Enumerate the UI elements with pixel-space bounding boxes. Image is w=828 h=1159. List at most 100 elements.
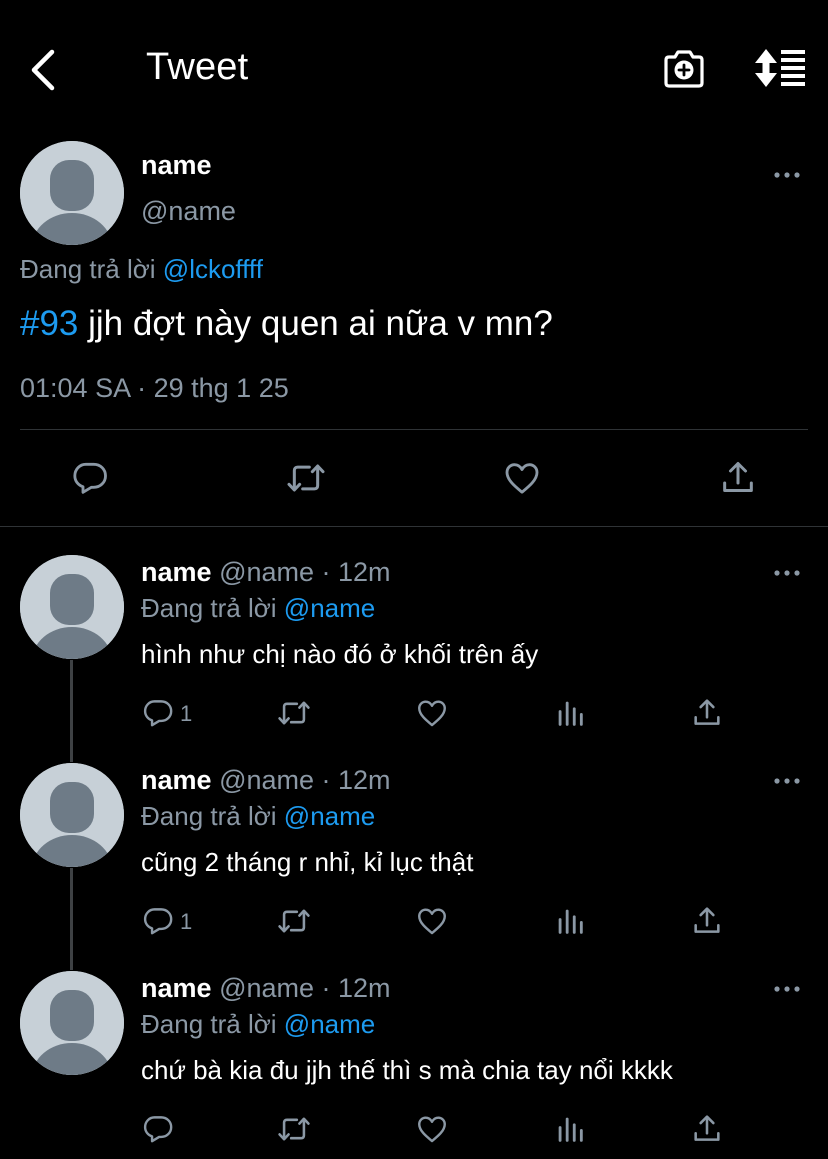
reply-text: cũng 2 tháng r nhỉ, kỉ lục thật (141, 847, 474, 877)
retweet-icon (278, 701, 310, 725)
divider (20, 429, 808, 430)
retweet-icon (287, 464, 325, 492)
heart-icon (505, 463, 539, 494)
more-icon (774, 778, 800, 784)
reply-button[interactable] (70, 458, 110, 498)
time-separator: · (314, 557, 339, 587)
comment-icon (143, 1116, 173, 1143)
sort-list-icon (755, 49, 805, 87)
retweet-icon (278, 1117, 310, 1141)
avatar[interactable] (20, 971, 124, 1075)
reply-button[interactable] (141, 1112, 175, 1146)
camera-button[interactable] (662, 48, 706, 90)
back-button[interactable] (26, 48, 66, 92)
like-button[interactable] (415, 696, 449, 730)
tweet-time: 01:04 SA (20, 373, 130, 403)
avatar[interactable] (20, 141, 124, 245)
avatar[interactable] (20, 555, 124, 659)
like-button[interactable] (415, 1112, 449, 1146)
analytics-icon (558, 701, 583, 726)
default-avatar-icon (20, 555, 124, 659)
heart-icon (418, 700, 446, 727)
meta-separator: · (129, 373, 154, 403)
chevron-left-icon (31, 49, 55, 91)
replying-to-label: Đang trả lời (141, 593, 277, 623)
reply-time: 12m (338, 765, 391, 795)
thread-line (70, 660, 73, 762)
heart-icon (418, 1116, 446, 1143)
like-button[interactable] (415, 904, 449, 938)
reply-text: hình như chị nào đó ở khối trên ấy (141, 639, 539, 669)
more-options-button[interactable] (773, 984, 801, 994)
retweet-button[interactable] (277, 696, 311, 730)
mention-link[interactable]: @name (284, 801, 375, 831)
time-separator: · (314, 765, 339, 795)
author-name[interactable]: name (141, 150, 212, 181)
reply-header: name @name · 12m (141, 973, 391, 1004)
author-handle[interactable]: @name (219, 765, 314, 795)
more-options-button[interactable] (773, 568, 801, 578)
analytics-button[interactable] (553, 1112, 587, 1146)
author-handle[interactable]: @name (219, 557, 314, 587)
author-handle[interactable]: @name (219, 973, 314, 1003)
analytics-button[interactable] (553, 904, 587, 938)
share-button[interactable] (718, 458, 758, 498)
hashtag-link[interactable]: #93 (20, 304, 78, 343)
more-icon (774, 172, 800, 178)
comment-icon (73, 462, 107, 494)
default-avatar-icon (20, 141, 124, 245)
retweet-button[interactable] (286, 458, 326, 498)
replying-to: Đang trả lời @name (141, 593, 375, 624)
tweet-date: 29 thg 1 25 (153, 373, 289, 403)
replying-to-label: Đang trả lời (141, 801, 277, 831)
page-title: Tweet (146, 46, 249, 88)
reply-count: 1 (180, 909, 193, 934)
reply-time: 12m (338, 973, 391, 1003)
share-button[interactable] (690, 1112, 724, 1146)
retweet-button[interactable] (277, 904, 311, 938)
reply-count: 1 (180, 701, 193, 726)
more-icon (774, 986, 800, 992)
tweet-text: #93 jjh đợt này quen ai nữa v mn? (20, 304, 553, 344)
replying-to-label: Đang trả lời (20, 254, 156, 284)
replying-to: Đang trả lời @name (141, 801, 375, 832)
replying-to: Đang trả lời @lckoffff (20, 254, 263, 285)
heart-icon (418, 908, 446, 935)
like-button[interactable] (502, 458, 542, 498)
reply-header: name @name · 12m (141, 765, 391, 796)
share-icon (694, 907, 720, 933)
author-handle[interactable]: @name (141, 196, 236, 227)
more-options-button[interactable] (773, 776, 801, 786)
reply-button[interactable] (141, 696, 175, 730)
sort-button[interactable] (754, 48, 806, 88)
comment-icon (143, 908, 173, 935)
share-button[interactable] (690, 696, 724, 730)
avatar[interactable] (20, 763, 124, 867)
analytics-icon (558, 909, 583, 934)
share-button[interactable] (690, 904, 724, 938)
default-avatar-icon (20, 971, 124, 1075)
default-avatar-icon (20, 763, 124, 867)
reply-time: 12m (338, 557, 391, 587)
retweet-button[interactable] (277, 1112, 311, 1146)
camera-add-icon (664, 50, 704, 88)
tweet-body: jjh đợt này quen ai nữa v mn? (78, 304, 553, 343)
mention-link[interactable]: @lckoffff (163, 254, 263, 284)
mention-link[interactable]: @name (284, 593, 375, 623)
author-name[interactable]: name (141, 557, 212, 587)
replying-to-label: Đang trả lời (141, 1009, 277, 1039)
retweet-icon (278, 909, 310, 933)
author-name[interactable]: name (141, 765, 212, 795)
share-icon (723, 462, 753, 492)
analytics-button[interactable] (553, 696, 587, 730)
comment-icon (143, 700, 173, 727)
more-options-button[interactable] (773, 170, 801, 180)
reply-button[interactable] (141, 904, 175, 938)
replying-to: Đang trả lời @name (141, 1009, 375, 1040)
author-name[interactable]: name (141, 973, 212, 1003)
tweet-timestamp: 01:04 SA · 29 thg 1 25 (20, 373, 289, 404)
mention-link[interactable]: @name (284, 1009, 375, 1039)
reply-header: name @name · 12m (141, 557, 391, 588)
thread-line (70, 868, 73, 970)
share-icon (694, 1115, 720, 1141)
